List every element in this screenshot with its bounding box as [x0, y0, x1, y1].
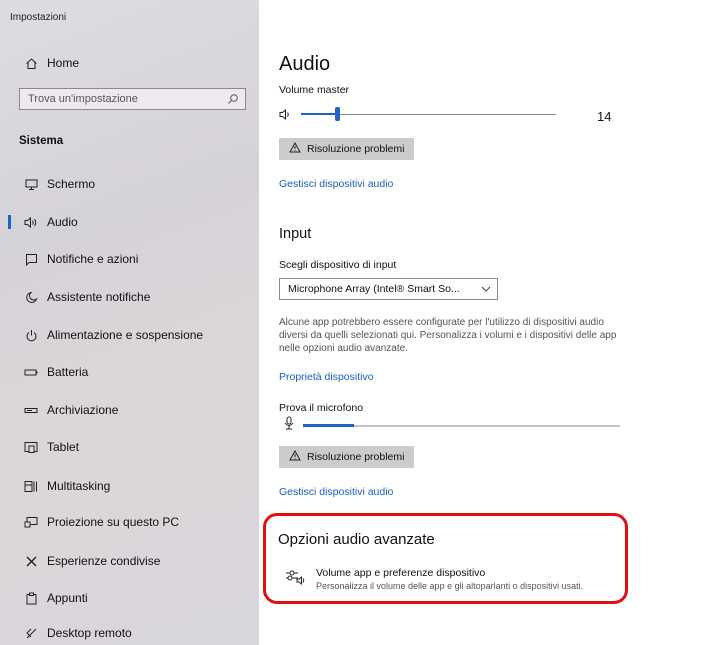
sidebar-item-label: Notifiche e azioni: [47, 252, 139, 266]
sidebar-item-label: Archiviazione: [47, 403, 119, 417]
sidebar-item-batteria[interactable]: Batteria: [0, 359, 259, 385]
volume-value: 14: [597, 109, 612, 124]
sidebar: Impostazioni Home Trova un'impostazione …: [0, 0, 259, 645]
storage-icon: [24, 403, 38, 417]
app-volume-preferences-link[interactable]: Volume app e preferenze dispositivo Pers…: [285, 565, 620, 595]
sidebar-item-home[interactable]: Home: [0, 50, 259, 76]
sidebar-item-label: Schermo: [47, 177, 96, 191]
power-icon: [24, 328, 38, 342]
window-title: Impostazioni: [10, 12, 67, 23]
speaker-icon: [279, 108, 293, 126]
manage-audio-devices-link[interactable]: Gestisci dispositivi audio: [279, 178, 393, 190]
sidebar-item-label: Proiezione su questo PC: [47, 515, 180, 529]
search-icon: [227, 93, 239, 108]
warning-icon: [289, 141, 301, 156]
troubleshoot-button-label: Risoluzione problemi: [307, 143, 405, 155]
volume-slider-fill: [301, 113, 337, 115]
sidebar-item-multitasking[interactable]: Multitasking: [0, 473, 259, 499]
device-properties-link[interactable]: Proprietà dispositivo: [279, 371, 374, 383]
sidebar-item-archiviazione[interactable]: Archiviazione: [0, 397, 259, 423]
sidebar-item-label: Assistente notifiche: [47, 290, 151, 304]
sidebar-item-alimentazione[interactable]: Alimentazione e sospensione: [0, 322, 259, 348]
speaker-icon: [24, 215, 38, 229]
microphone-icon: [284, 416, 294, 435]
volume-slider-thumb[interactable]: [335, 107, 340, 121]
sidebar-item-schermo[interactable]: Schermo: [0, 171, 259, 197]
test-microphone-label: Prova il microfono: [279, 402, 364, 414]
volume-slider[interactable]: [301, 105, 556, 125]
microphone-level-fill: [303, 424, 354, 427]
clipboard-icon: [24, 591, 38, 605]
tablet-icon: [24, 440, 38, 454]
app-volume-description: Personalizza il volume delle app e gli a…: [316, 581, 584, 591]
troubleshoot-input-button[interactable]: Risoluzione problemi: [279, 446, 415, 468]
choose-input-label: Scegli dispositivo di input: [279, 259, 397, 271]
sidebar-item-desktop-remoto[interactable]: Desktop remoto: [0, 620, 259, 645]
troubleshoot-button[interactable]: Risoluzione problemi: [279, 138, 415, 160]
sidebar-item-notifiche[interactable]: Notifiche e azioni: [0, 246, 259, 272]
app-volume-title: Volume app e preferenze dispositivo: [316, 567, 486, 579]
input-description: Alcune app potrebbero essere configurate…: [279, 317, 617, 354]
search-placeholder: Trova un'impostazione: [28, 93, 138, 105]
input-device-select[interactable]: Microphone Array (Intel® Smart So...: [279, 278, 498, 300]
troubleshoot-button-label: Risoluzione problemi: [307, 451, 405, 463]
sidebar-item-label: Desktop remoto: [47, 626, 132, 640]
section-title: Sistema: [19, 135, 64, 147]
notifications-icon: [24, 252, 38, 266]
shared-experiences-icon: [24, 554, 38, 568]
sidebar-item-proiezione[interactable]: Proiezione su questo PC: [0, 509, 259, 535]
sidebar-item-esperienze-condivise[interactable]: Esperienze condivise: [0, 548, 259, 574]
sidebar-item-audio[interactable]: Audio: [0, 209, 259, 235]
multitasking-icon: [24, 479, 38, 493]
home-icon: [24, 56, 38, 70]
battery-icon: [24, 365, 38, 379]
sidebar-item-assistente-notifiche[interactable]: Assistente notifiche: [0, 284, 259, 310]
sidebar-item-label: Audio: [47, 215, 78, 229]
sidebar-item-label: Batteria: [47, 365, 89, 379]
page-title: Audio: [279, 53, 331, 75]
moon-icon: [24, 290, 38, 304]
home-label: Home: [47, 56, 80, 70]
remote-desktop-icon: [24, 626, 38, 640]
advanced-audio-title: Opzioni audio avanzate: [278, 531, 435, 548]
monitor-icon: [24, 177, 38, 191]
search-input[interactable]: Trova un'impostazione: [19, 88, 246, 110]
app-volume-mixer-icon: [285, 568, 307, 591]
sidebar-item-tablet[interactable]: Tablet: [0, 434, 259, 460]
input-section-title: Input: [279, 226, 312, 242]
sidebar-item-label: Esperienze condivise: [47, 554, 161, 568]
input-device-value: Microphone Array (Intel® Smart So...: [288, 283, 460, 295]
sidebar-item-label: Multitasking: [47, 479, 111, 493]
volume-master-label: Volume master: [279, 84, 350, 96]
sidebar-item-label: Tablet: [47, 440, 80, 454]
sidebar-item-label: Alimentazione e sospensione: [47, 328, 204, 342]
chevron-down-icon: [481, 284, 491, 297]
warning-icon: [289, 449, 301, 464]
sidebar-item-appunti[interactable]: Appunti: [0, 585, 259, 611]
sidebar-item-label: Appunti: [47, 591, 88, 605]
projection-icon: [24, 515, 38, 529]
manage-input-devices-link[interactable]: Gestisci dispositivi audio: [279, 486, 393, 498]
